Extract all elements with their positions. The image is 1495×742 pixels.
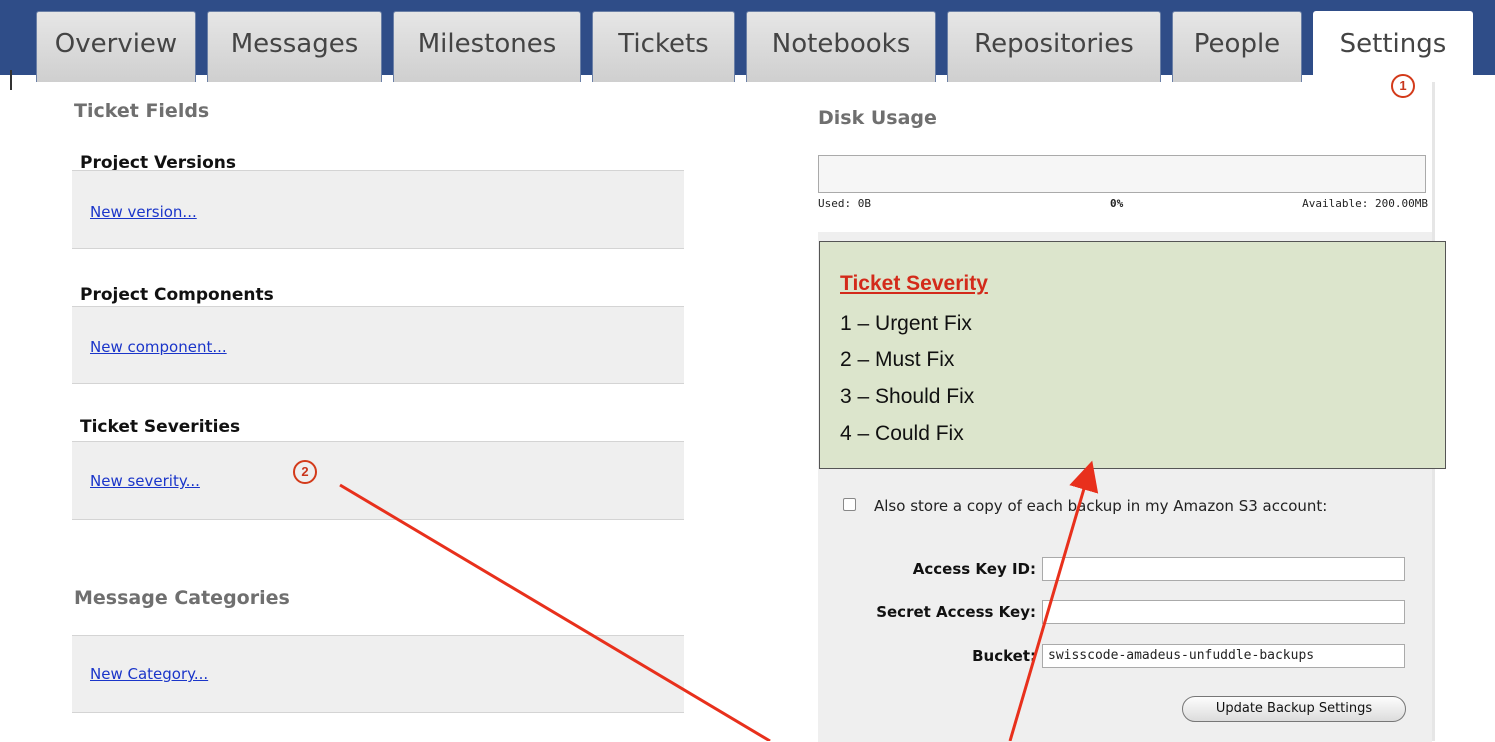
tab-notebooks[interactable]: Notebooks [746, 11, 936, 82]
message-categories-title: Message Categories [74, 587, 290, 609]
disk-used-text: Used: 0B [818, 197, 871, 210]
tab-settings[interactable]: Settings [1313, 11, 1473, 82]
update-backup-settings-button[interactable]: Update Backup Settings [1182, 696, 1406, 722]
ticket-severities-panel: New severity... [72, 441, 684, 520]
callout-line: 4 – Could Fix [840, 422, 964, 445]
secret-key-label: Secret Access Key: [876, 603, 1036, 621]
left-edge-mark [10, 70, 12, 90]
new-component-link[interactable]: New component... [90, 338, 227, 356]
project-versions-panel: New version... [72, 170, 684, 249]
ticket-fields-title: Ticket Fields [74, 100, 210, 122]
disk-percent-text: 0% [1110, 197, 1124, 210]
callout-line: 2 – Must Fix [840, 348, 955, 371]
tab-repositories[interactable]: Repositories [947, 11, 1161, 82]
tab-people[interactable]: People [1172, 11, 1302, 82]
ticket-severities-label: Ticket Severities [80, 417, 241, 437]
new-severity-link[interactable]: New severity... [90, 472, 200, 490]
callout-line: 3 – Should Fix [840, 385, 975, 408]
s3-backup-label: Also store a copy of each backup in my A… [874, 497, 1328, 515]
message-categories-panel: New Category... [72, 635, 684, 713]
project-components-label: Project Components [80, 285, 274, 305]
step-marker-1: 1 [1391, 74, 1415, 98]
tab-messages[interactable]: Messages [207, 11, 382, 82]
disk-usage-bar [818, 155, 1426, 193]
tab-overview[interactable]: Overview [36, 11, 196, 82]
disk-usage-title: Disk Usage [818, 107, 937, 129]
new-version-link[interactable]: New version... [90, 203, 197, 221]
project-components-panel: New component... [72, 306, 684, 384]
step-marker-2: 2 [293, 460, 317, 484]
access-key-label: Access Key ID: [912, 560, 1036, 578]
tab-milestones[interactable]: Milestones [393, 11, 581, 82]
disk-available-text: Available: 200.00MB [1302, 197, 1428, 210]
new-category-link[interactable]: New Category... [90, 665, 208, 683]
callout-line: 1 – Urgent Fix [840, 312, 972, 335]
secret-key-input[interactable] [1042, 600, 1405, 624]
callout-title: Ticket Severity [840, 272, 988, 295]
ticket-severity-callout: Ticket Severity 1 – Urgent Fix 2 – Must … [819, 241, 1446, 469]
tab-tickets[interactable]: Tickets [592, 11, 735, 82]
bucket-label: Bucket: [972, 647, 1036, 665]
access-key-input[interactable] [1042, 557, 1405, 581]
bucket-input[interactable]: swisscode-amadeus-unfuddle-backups [1042, 644, 1405, 668]
